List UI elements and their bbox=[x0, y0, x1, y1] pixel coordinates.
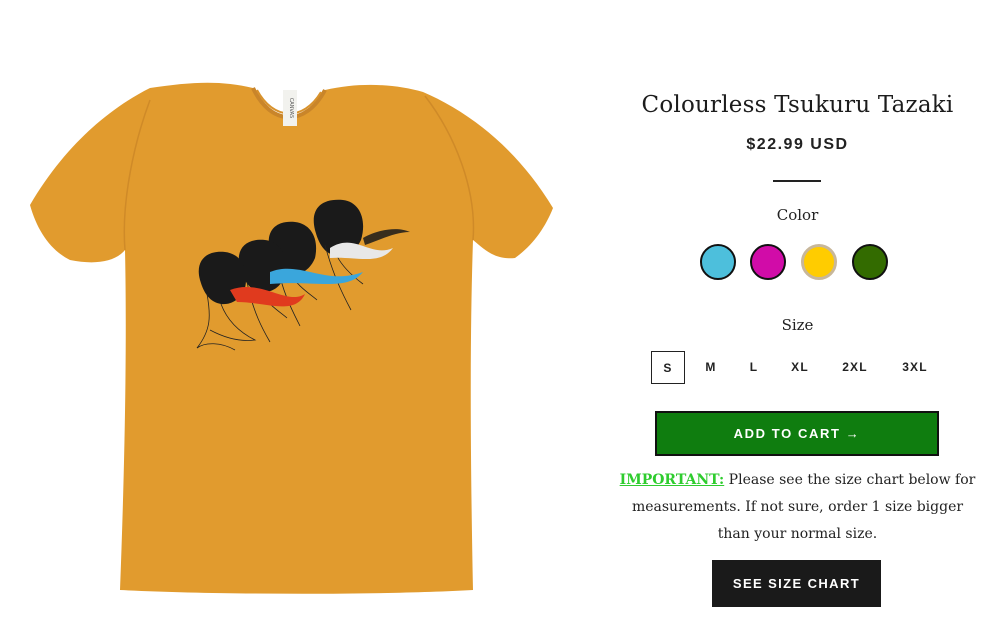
size-notice: IMPORTANT: Please see the size chart bel… bbox=[615, 467, 980, 548]
color-swatch-yellow[interactable] bbox=[801, 244, 837, 280]
size-options: S M L XL 2XL 3XL bbox=[650, 351, 950, 385]
tshirt-shape bbox=[30, 82, 553, 594]
size-option-2xl[interactable]: 2XL bbox=[834, 351, 876, 384]
svg-text:CANVAS: CANVAS bbox=[288, 98, 294, 118]
see-size-chart-button[interactable]: SEE SIZE CHART bbox=[712, 560, 881, 607]
color-swatch-magenta[interactable] bbox=[750, 244, 786, 280]
divider bbox=[773, 180, 821, 182]
size-option-m[interactable]: M bbox=[696, 351, 726, 384]
size-option-3xl[interactable]: 3XL bbox=[893, 351, 937, 384]
color-label: Color bbox=[776, 206, 819, 224]
size-option-l[interactable]: L bbox=[742, 351, 766, 384]
product-price: $22.99 USD bbox=[746, 136, 849, 153]
important-label: IMPORTANT: bbox=[619, 472, 725, 488]
size-label: Size bbox=[781, 316, 814, 334]
product-image: CANVAS bbox=[25, 80, 555, 600]
size-option-xl[interactable]: XL bbox=[782, 351, 818, 384]
product-title: Colourless Tsukuru Tazaki bbox=[641, 92, 954, 118]
size-option-s[interactable]: S bbox=[651, 351, 685, 384]
color-swatches bbox=[700, 244, 894, 284]
color-swatch-blue[interactable] bbox=[700, 244, 736, 280]
add-to-cart-button[interactable]: ADD TO CART → bbox=[655, 411, 939, 456]
color-swatch-green[interactable] bbox=[852, 244, 888, 280]
